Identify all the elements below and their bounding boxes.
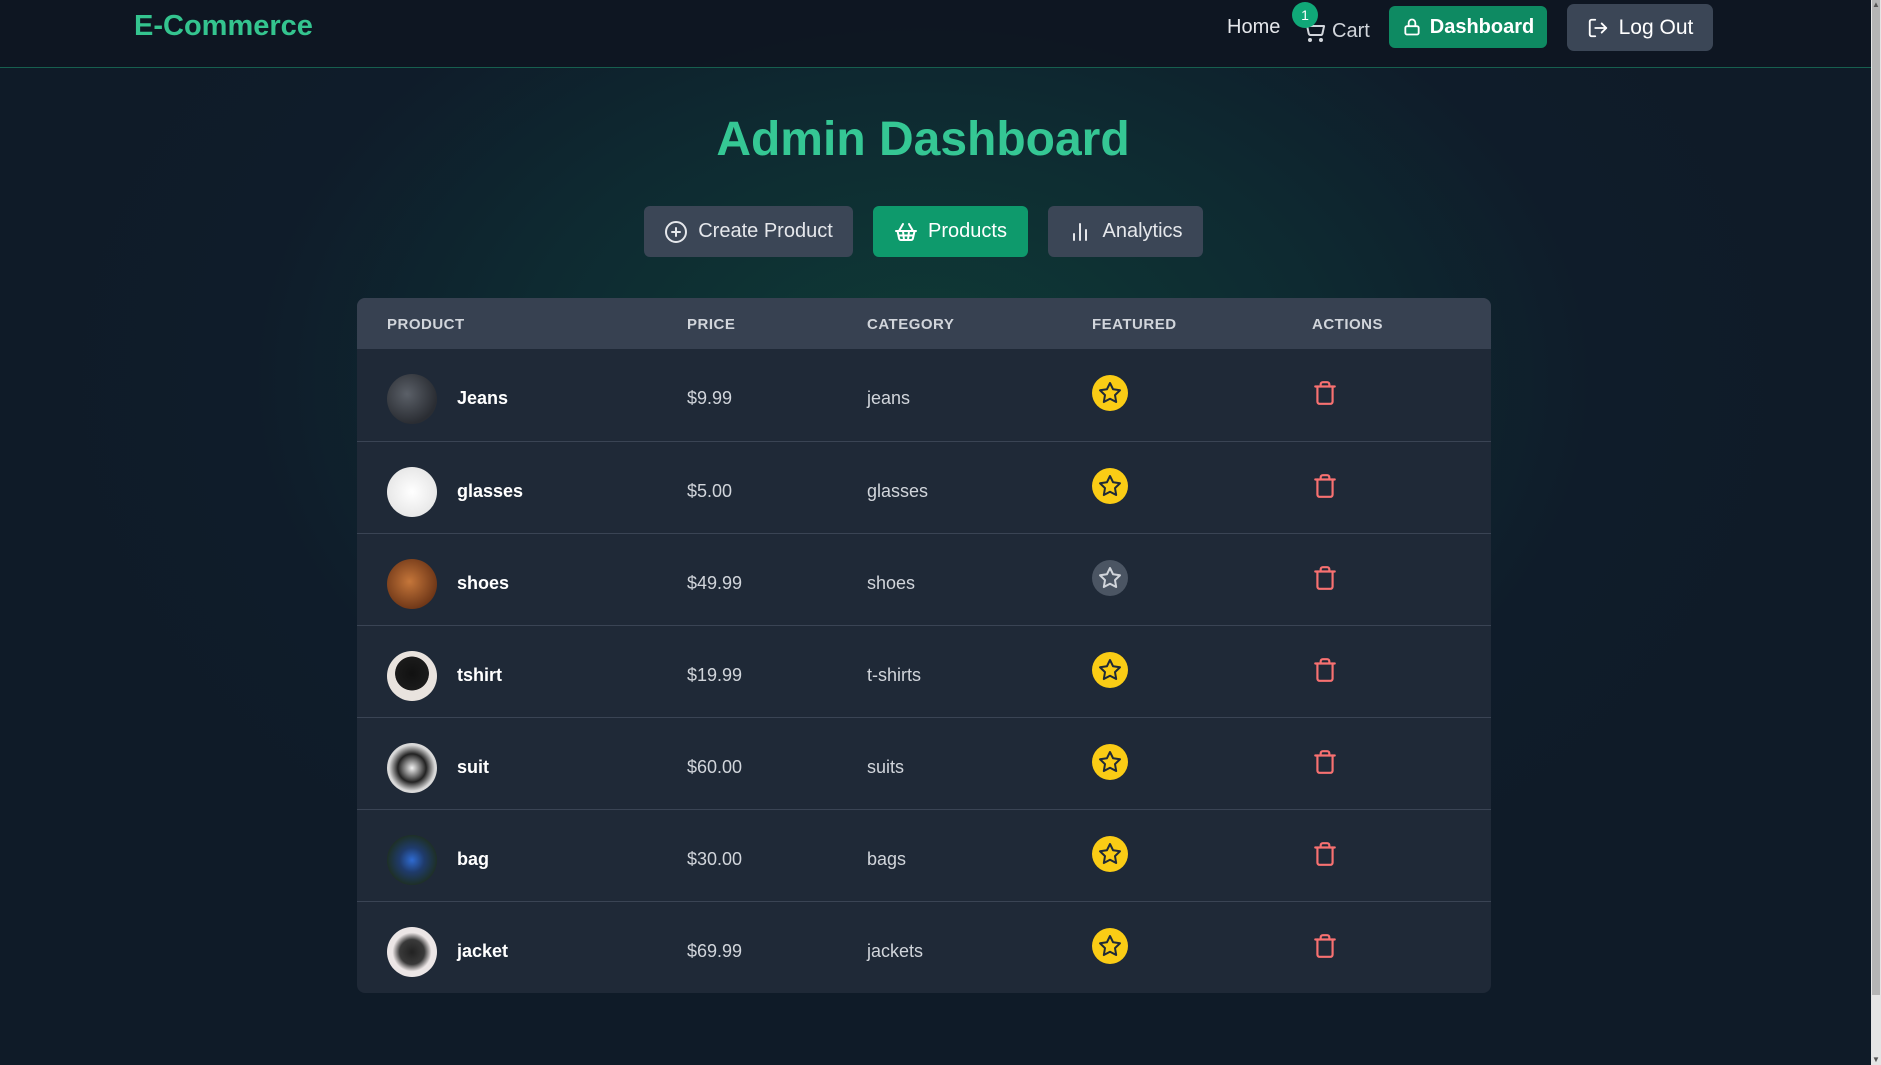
table-row: glasses $5.00 glasses — [357, 441, 1491, 534]
product-category: suits — [867, 757, 905, 777]
product-thumbnail — [387, 835, 437, 885]
product-category: shoes — [867, 573, 916, 593]
product-thumbnail — [387, 559, 437, 609]
logout-icon — [1588, 18, 1607, 37]
product-price: $9.99 — [687, 388, 733, 408]
product-name: Jeans — [457, 388, 509, 408]
featured-toggle-button[interactable] — [1092, 468, 1128, 504]
delete-product-button[interactable] — [1312, 840, 1338, 868]
tab-products[interactable]: Products — [873, 206, 1028, 257]
column-header-featured: FEATURED — [1092, 316, 1177, 333]
scroll-down-arrow[interactable]: ▼ — [1872, 1055, 1880, 1065]
lock-icon — [1404, 18, 1420, 36]
product-name: shoes — [457, 573, 510, 593]
logout-button[interactable]: Log Out — [1567, 4, 1713, 51]
product-price: $30.00 — [687, 849, 743, 869]
product-category: glasses — [867, 481, 929, 501]
nav-home-link[interactable]: Home — [1227, 16, 1280, 39]
page-title: Admin Dashboard — [716, 113, 1130, 166]
delete-product-button[interactable] — [1312, 932, 1338, 960]
product-name: glasses — [457, 481, 524, 501]
featured-toggle-button[interactable] — [1092, 928, 1128, 964]
bar-chart-icon — [1073, 222, 1088, 241]
product-category: jeans — [867, 388, 911, 408]
star-icon — [1099, 567, 1121, 589]
featured-toggle-button[interactable] — [1092, 836, 1128, 872]
scroll-up-arrow[interactable]: ▲ — [1872, 0, 1880, 10]
cart-count-badge: 1 — [1292, 2, 1318, 28]
product-category: t-shirts — [867, 665, 921, 685]
product-thumbnail — [387, 374, 437, 424]
product-price: $49.99 — [687, 573, 743, 593]
featured-toggle-button[interactable] — [1092, 375, 1128, 411]
column-header-category: CATEGORY — [867, 316, 955, 333]
delete-product-button[interactable] — [1312, 748, 1338, 776]
product-name: tshirt — [457, 665, 502, 685]
trash-icon — [1314, 474, 1336, 498]
trash-icon — [1314, 842, 1336, 866]
delete-product-button[interactable] — [1312, 656, 1338, 684]
tab-analytics-label: Analytics — [1102, 220, 1183, 242]
product-price: $60.00 — [687, 757, 743, 777]
featured-toggle-button[interactable] — [1092, 652, 1128, 688]
column-header-price: PRICE — [687, 316, 736, 333]
products-table: PRODUCT PRICE CATEGORY FEATURED ACTIONS … — [357, 298, 1491, 993]
dashboard-label: Dashboard — [1429, 15, 1535, 38]
table-row: shoes $49.99 shoes — [357, 533, 1491, 626]
star-icon — [1099, 382, 1121, 404]
delete-product-button[interactable] — [1312, 472, 1338, 500]
scrollbar-thumb[interactable] — [1872, 0, 1880, 995]
star-icon — [1099, 935, 1121, 957]
star-icon — [1099, 843, 1121, 865]
trash-icon — [1314, 750, 1336, 774]
column-header-actions: ACTIONS — [1312, 316, 1383, 333]
product-price: $5.00 — [687, 481, 733, 501]
table-header: PRODUCT PRICE CATEGORY FEATURED ACTIONS — [357, 298, 1491, 349]
product-name: bag — [457, 849, 490, 869]
brand-logo[interactable]: E-Commerce — [134, 10, 313, 43]
product-thumbnail — [387, 743, 437, 793]
star-icon — [1099, 475, 1121, 497]
tab-create-product[interactable]: Create Product — [644, 206, 853, 257]
table-row: jacket $69.99 jackets — [357, 901, 1491, 993]
featured-toggle-button[interactable] — [1092, 744, 1128, 780]
featured-toggle-button[interactable] — [1092, 560, 1128, 596]
cart-label: Cart — [1332, 19, 1370, 42]
logout-label: Log Out — [1618, 15, 1694, 39]
trash-icon — [1314, 658, 1336, 682]
table-row: Jeans $9.99 jeans — [357, 349, 1491, 441]
star-icon — [1099, 659, 1121, 681]
product-thumbnail — [387, 927, 437, 977]
product-thumbnail — [387, 467, 437, 517]
table-row: tshirt $19.99 t-shirts — [357, 625, 1491, 718]
top-navbar: E-Commerce Home Cart 1 Dashboard Log Out — [0, 0, 1871, 68]
star-icon — [1099, 751, 1121, 773]
trash-icon — [1314, 934, 1336, 958]
tab-products-label: Products — [928, 220, 1007, 242]
tab-analytics[interactable]: Analytics — [1048, 206, 1203, 257]
plus-circle-icon — [665, 220, 688, 243]
table-row: suit $60.00 suits — [357, 717, 1491, 810]
trash-icon — [1314, 381, 1336, 405]
product-name: jacket — [457, 941, 509, 961]
column-header-product: PRODUCT — [387, 316, 465, 333]
delete-product-button[interactable] — [1312, 564, 1338, 592]
dashboard-button[interactable]: Dashboard — [1389, 6, 1547, 48]
basket-icon — [895, 222, 918, 241]
table-row: bag $30.00 bags — [357, 809, 1491, 902]
product-name: suit — [457, 757, 490, 777]
product-price: $19.99 — [687, 665, 743, 685]
delete-product-button[interactable] — [1312, 379, 1338, 407]
product-thumbnail — [387, 651, 437, 701]
tab-create-product-label: Create Product — [698, 220, 833, 242]
trash-icon — [1314, 566, 1336, 590]
product-price: $69.99 — [687, 941, 743, 961]
product-category: bags — [867, 849, 907, 869]
product-category: jackets — [867, 941, 924, 961]
